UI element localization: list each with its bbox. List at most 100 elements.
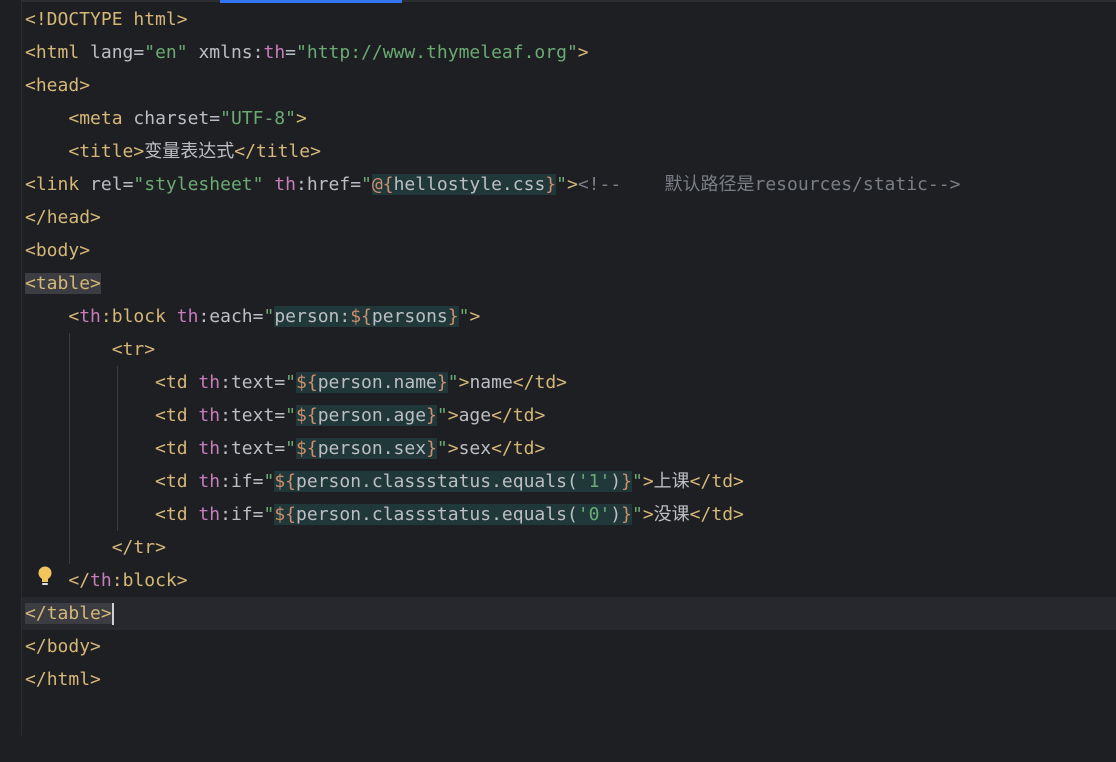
tag-name: td — [534, 372, 557, 393]
tag-name: td — [165, 504, 188, 525]
namespace: th — [90, 570, 112, 591]
tag-open: </ — [111, 537, 134, 558]
colon: : — [198, 306, 210, 327]
editor-gutter[interactable] — [0, 0, 21, 735]
quote: " — [447, 372, 459, 393]
tag-open: </ — [234, 141, 256, 162]
code-line-current[interactable]: </table> — [22, 597, 1116, 630]
quote: " — [436, 405, 448, 426]
code-line[interactable]: <td th:if="${person.classstatus.equals('… — [22, 498, 1116, 531]
css-file: hellostyle.css — [393, 174, 546, 195]
code-line[interactable]: <meta charset="UTF-8"> — [22, 102, 1116, 135]
eq: = — [252, 504, 264, 525]
attr-name: text — [230, 438, 275, 459]
code-editor[interactable]: <!DOCTYPE html> <html lang="en" xmlns:th… — [22, 3, 1116, 735]
tag-name: title — [79, 141, 134, 162]
tag-name: tr — [122, 339, 145, 360]
eq: = — [274, 438, 286, 459]
tag-open: < — [155, 438, 166, 459]
tag-close: > — [534, 405, 546, 426]
tag-close: > — [469, 306, 481, 327]
tag-close: > — [155, 537, 166, 558]
attr-value: "UTF-8" — [220, 108, 296, 129]
tag-open: </ — [25, 636, 47, 657]
tag-open: < — [68, 141, 80, 162]
colon: : — [295, 174, 307, 195]
lightbulb-icon[interactable] — [36, 565, 54, 589]
paren: ) — [610, 504, 622, 525]
html-comment: <!-- 默认路径是resources/static--> — [577, 174, 961, 195]
expression: ${person.classstatus.equals('0')} — [274, 504, 632, 525]
tag-name: head — [46, 207, 91, 228]
code-line[interactable]: <th:block th:each="person:${persons}"> — [22, 300, 1116, 333]
tag-close: > — [79, 75, 91, 96]
cell-text: name — [469, 372, 513, 393]
code-line[interactable]: </th:block> — [22, 564, 1116, 597]
code-line[interactable]: </html> — [22, 663, 1116, 696]
tag-name: body — [35, 240, 80, 261]
eq: = — [285, 42, 297, 63]
attr-name: text — [230, 372, 275, 393]
code-line[interactable]: <title>变量表达式</title> — [22, 135, 1116, 168]
tag-name: head — [35, 75, 80, 96]
code-line[interactable]: <!DOCTYPE html> — [22, 3, 1116, 36]
tag-close: > — [556, 372, 568, 393]
expression: ${person.age} — [296, 405, 437, 426]
cell-text: 没课 — [653, 504, 690, 525]
tag-open: < — [155, 504, 166, 525]
expression: person:${persons} — [274, 306, 459, 327]
tag-open: </ — [689, 471, 712, 492]
tag-name: td — [165, 471, 188, 492]
namespace: th — [198, 504, 221, 525]
code-line[interactable]: <td th:if="${person.classstatus.equals('… — [22, 465, 1116, 498]
tag-open: </ — [689, 504, 712, 525]
brace: } — [447, 306, 459, 327]
var: person.sex — [317, 438, 427, 459]
tag-open: < — [25, 42, 36, 63]
tag-name: td — [512, 438, 535, 459]
eq: = — [209, 108, 221, 129]
eq: = — [122, 174, 134, 195]
tag-name: td — [165, 405, 188, 426]
namespace: th — [176, 306, 199, 327]
tag-open: </ — [512, 372, 535, 393]
tag-close: > — [90, 207, 101, 228]
tag-close: > — [295, 108, 307, 129]
code-line[interactable]: <tr> — [22, 333, 1116, 366]
quote: " — [285, 438, 296, 459]
code-line[interactable]: <head> — [22, 69, 1116, 102]
code-line[interactable]: <td th:text="${person.age}">age</td> — [22, 399, 1116, 432]
brace: } — [426, 438, 437, 459]
colon: : — [252, 42, 264, 63]
paren: ) — [610, 471, 622, 492]
var: person.classstatus.equals( — [296, 504, 578, 525]
eq: = — [350, 174, 362, 195]
cell-text: age — [458, 405, 492, 426]
quote: " — [556, 174, 567, 195]
code-line[interactable]: </head> — [22, 201, 1116, 234]
tag-close: > — [90, 636, 101, 657]
attr-name: if — [230, 504, 253, 525]
brace: } — [621, 504, 632, 525]
code-line[interactable]: <html lang="en" xmlns:th="http://www.thy… — [22, 36, 1116, 69]
quote: " — [263, 306, 275, 327]
tag-open: < — [155, 372, 166, 393]
quote: " — [436, 438, 448, 459]
code-line[interactable]: <td th:text="${person.sex}">sex</td> — [22, 432, 1116, 465]
tag-open: < — [25, 174, 36, 195]
code-line[interactable]: <body> — [22, 234, 1116, 267]
tag-close: > — [133, 141, 145, 162]
tag-name: meta — [79, 108, 123, 129]
code-line[interactable]: </tr> — [22, 531, 1116, 564]
code-line[interactable]: </body> — [22, 630, 1116, 663]
code-line[interactable]: <table> — [22, 267, 1116, 300]
tag-close: > — [310, 141, 321, 162]
code-line[interactable]: <link rel="stylesheet" th:href="@{hellos… — [22, 168, 1116, 201]
namespace: th — [79, 306, 101, 327]
tag-name: block — [122, 570, 177, 591]
tag-open: < — [111, 339, 123, 360]
tag-name: td — [165, 372, 188, 393]
code-line[interactable]: <td th:text="${person.name}">name</td> — [22, 366, 1116, 399]
tag-open: < — [25, 273, 36, 294]
tag-name: block — [111, 306, 166, 327]
